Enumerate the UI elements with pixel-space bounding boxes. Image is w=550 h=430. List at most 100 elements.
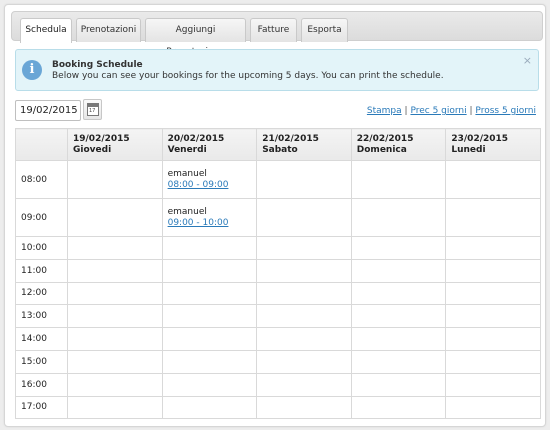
- schedule-row: 08:00 emanuel 08:00 - 09:00: [15, 160, 541, 199]
- day-header: 23/02/2015 Lunedi: [445, 128, 541, 161]
- slot-cell[interactable]: [350, 372, 447, 397]
- slot-cell[interactable]: [67, 304, 163, 329]
- slot-cell[interactable]: [350, 327, 447, 351]
- tab-schedula[interactable]: Schedula: [20, 18, 72, 43]
- slot-cell[interactable]: [350, 236, 447, 260]
- booking-cell: emanuel 09:00 - 10:00: [161, 198, 258, 237]
- day-header: 21/02/2015 Sabato: [256, 128, 352, 161]
- alert-title: Booking Schedule: [52, 60, 143, 70]
- calendar-button[interactable]: 17: [83, 99, 102, 120]
- slot-cell[interactable]: [350, 281, 447, 306]
- slot-cell[interactable]: [445, 258, 541, 283]
- print-link[interactable]: Stampa: [367, 106, 402, 116]
- slot-cell[interactable]: [445, 327, 541, 351]
- slot-cell[interactable]: [67, 198, 163, 237]
- slot-cell[interactable]: [350, 304, 447, 329]
- schedule-row: 10:00: [15, 236, 541, 260]
- slot-cell[interactable]: [161, 372, 258, 397]
- date-input[interactable]: [15, 100, 81, 121]
- day-date: 21/02/2015: [262, 134, 319, 144]
- slot-cell[interactable]: [67, 258, 163, 283]
- hour-cell: 15:00: [15, 349, 68, 374]
- slot-cell[interactable]: [67, 281, 163, 306]
- day-date: 23/02/2015: [451, 134, 509, 144]
- day-name: Sabato: [262, 145, 298, 155]
- calendar-icon: 17: [87, 103, 99, 116]
- slot-cell[interactable]: [161, 236, 258, 260]
- schedule-row: 12:00: [15, 281, 541, 306]
- slot-cell[interactable]: [445, 372, 541, 397]
- info-icon: i: [22, 60, 42, 80]
- schedule-table: 19/02/2015 Giovedi 20/02/2015 Venerdi 21/0…: [15, 128, 541, 420]
- slot-cell[interactable]: [256, 304, 352, 329]
- tab-bar: Schedula Prenotazioni Aggiungi Prenotazi…: [11, 11, 543, 57]
- booking-cell: emanuel 08:00 - 09:00: [161, 160, 258, 199]
- hour-cell: 17:00: [15, 395, 68, 420]
- slot-cell[interactable]: [67, 160, 163, 199]
- slot-cell[interactable]: [161, 258, 258, 283]
- slot-cell[interactable]: [445, 198, 541, 237]
- slot-cell[interactable]: [161, 349, 258, 374]
- hour-cell: 13:00: [15, 304, 68, 329]
- slot-cell[interactable]: [161, 281, 258, 306]
- slot-cell[interactable]: [161, 304, 258, 329]
- hour-cell: 08:00: [15, 160, 68, 199]
- schedule-row: 11:00: [15, 258, 541, 283]
- slot-cell[interactable]: [67, 349, 163, 374]
- slot-cell[interactable]: [445, 349, 541, 374]
- slot-cell[interactable]: [445, 236, 541, 260]
- schedule-row: 13:00: [15, 304, 541, 329]
- slot-cell[interactable]: [256, 198, 352, 237]
- slot-cell[interactable]: [256, 372, 352, 397]
- slot-cell[interactable]: [256, 281, 352, 306]
- booking-name: emanuel: [167, 206, 207, 217]
- booking-time-link[interactable]: 08:00 - 09:00: [168, 180, 257, 191]
- slot-cell[interactable]: [445, 395, 541, 420]
- slot-cell[interactable]: [161, 395, 258, 420]
- booking-time-link[interactable]: 09:00 - 10:00: [168, 218, 257, 229]
- schedule-header-row: 19/02/2015 Giovedi 20/02/2015 Venerdi 21/0…: [15, 128, 541, 161]
- hour-cell: 10:00: [15, 236, 68, 260]
- day-name: Lunedi: [451, 145, 486, 155]
- slot-cell[interactable]: [445, 304, 541, 329]
- tab-fatture[interactable]: Fatture: [250, 18, 297, 42]
- slot-cell[interactable]: [350, 198, 447, 237]
- day-header: 22/02/2015 Domenica: [350, 128, 447, 161]
- day-header: 19/02/2015 Giovedi: [67, 128, 163, 161]
- day-name: Giovedi: [73, 145, 112, 155]
- hour-cell: 16:00: [15, 372, 68, 397]
- slot-cell[interactable]: [256, 160, 352, 199]
- slot-cell[interactable]: [445, 160, 541, 199]
- slot-cell[interactable]: [256, 258, 352, 283]
- tab-esporta[interactable]: Esporta: [301, 18, 348, 42]
- link-separator: |: [404, 106, 408, 116]
- tab-aggiungi-prenotazione[interactable]: Aggiungi Prenotazione: [145, 18, 246, 57]
- tab-prenotazioni[interactable]: Prenotazioni: [76, 18, 141, 42]
- day-name: Domenica: [356, 145, 407, 155]
- slot-cell[interactable]: [67, 327, 163, 351]
- schedule-row: 17:00: [15, 395, 541, 420]
- slot-cell[interactable]: [67, 395, 163, 420]
- slot-cell[interactable]: [350, 258, 447, 283]
- slot-cell[interactable]: [445, 281, 541, 306]
- booking-name: emanuel: [167, 168, 207, 179]
- hour-cell: 11:00: [15, 258, 68, 283]
- next-days-link[interactable]: Pross 5 giorni: [475, 106, 536, 116]
- time-header: [15, 128, 68, 161]
- schedule-row: 14:00: [15, 327, 541, 351]
- slot-cell[interactable]: [161, 327, 258, 351]
- alert-text: Below you can see your bookings for the …: [52, 71, 444, 81]
- day-name: Venerdi: [167, 145, 207, 155]
- slot-cell[interactable]: [256, 327, 352, 351]
- close-icon[interactable]: ×: [523, 54, 532, 67]
- slot-cell[interactable]: [256, 395, 352, 420]
- slot-cell[interactable]: [350, 160, 447, 199]
- slot-cell[interactable]: [350, 349, 447, 374]
- slot-cell[interactable]: [67, 236, 163, 260]
- slot-cell[interactable]: [256, 349, 352, 374]
- slot-cell[interactable]: [350, 395, 447, 420]
- prev-days-link[interactable]: Prec 5 giorni: [410, 106, 466, 116]
- info-alert: i Booking Schedule Below you can see you…: [15, 49, 539, 91]
- slot-cell[interactable]: [256, 236, 352, 260]
- slot-cell[interactable]: [67, 372, 163, 397]
